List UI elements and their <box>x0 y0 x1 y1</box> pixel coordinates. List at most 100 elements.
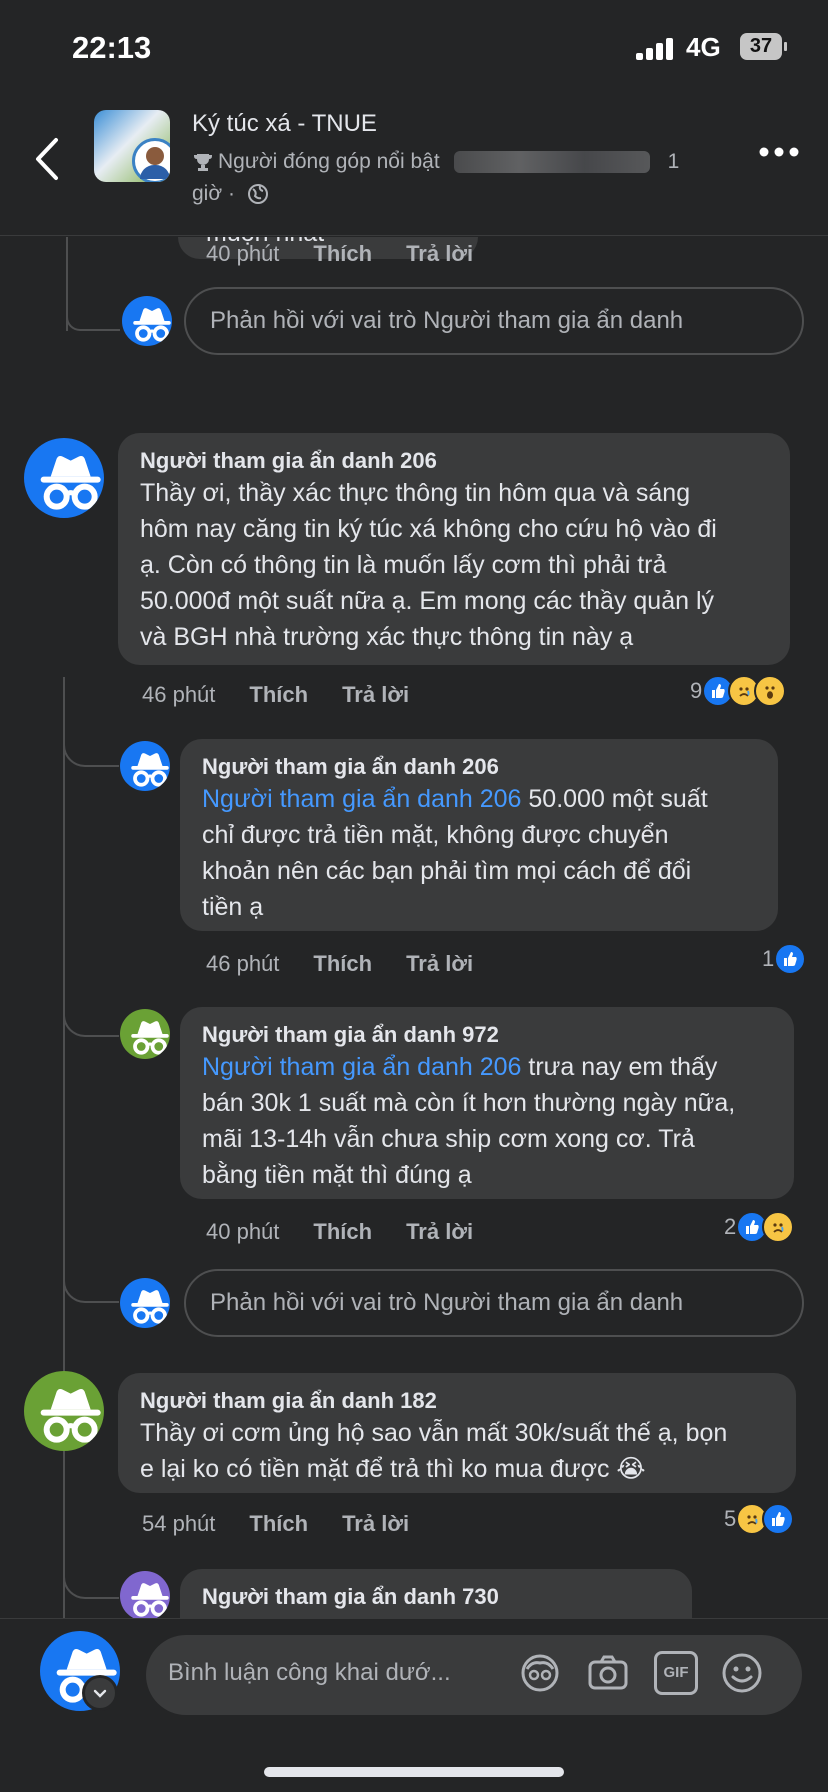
commenter-name[interactable]: Người tham gia ẩn danh 206 <box>202 753 756 781</box>
reply-avatar <box>120 1571 170 1620</box>
comment-composer: Bình luận công khai dướ... GIF <box>0 1618 828 1792</box>
reply-input[interactable]: Phản hồi với vai trò Người tham gia ẩn d… <box>184 1269 804 1337</box>
reply-avatar <box>120 1278 170 1328</box>
comment-text-line: Thầy ơi, thầy xác thực thông tin hôm qua… <box>140 479 691 507</box>
like-button[interactable]: Thích <box>313 951 372 977</box>
more-options-icon[interactable] <box>758 146 800 158</box>
commenter-avatar <box>24 1371 104 1451</box>
comment-meta: 46 phút Thích Trả lời <box>142 682 409 708</box>
thread-line <box>63 1519 65 1620</box>
gif-icon[interactable]: GIF <box>654 1651 698 1695</box>
mention-link[interactable]: Người tham gia ẩn danh 206 <box>202 785 521 813</box>
reply-button[interactable]: Trả lời <box>342 682 409 708</box>
comment-time: 40 phút <box>206 241 280 266</box>
reaction-count: 9 <box>690 678 703 703</box>
status-time: 22:13 <box>72 30 152 65</box>
comment-text-line: Thầy ơi cơm ủng hộ sao vẫn mất 30k/suất … <box>140 1419 728 1447</box>
comment-text-line: bán 30k 1 suất mà còn ít hơn thường ngày… <box>202 1089 736 1117</box>
status-bar: 22:13 4G 37 <box>0 0 828 96</box>
comment-time: 46 phút <box>142 682 216 707</box>
author-role-line: Người đóng góp nổi bật 1 <box>192 150 679 174</box>
reply-avatar <box>122 296 172 346</box>
comment-bubble: Người tham gia ẩn danh 206 Thầy ơi, thầy… <box>118 433 790 665</box>
network-type: 4G <box>686 32 721 62</box>
battery-icon: 37 <box>740 33 787 60</box>
post-header: Ký túc xá - TNUE Người đóng góp nổi bật … <box>0 96 828 236</box>
chevron-down-icon <box>93 1689 107 1698</box>
thread-connector <box>63 1575 119 1599</box>
comment-meta: 40 phút Thích Trả lời <box>206 1219 473 1245</box>
like-reaction-icon <box>774 943 807 975</box>
incognito-icon <box>120 741 170 791</box>
comment-text-line: khoản nên các bạn phải tìm mọi cách để đ… <box>202 857 692 885</box>
commenter-name[interactable]: Người tham gia ẩn danh 730 <box>202 1583 670 1611</box>
comment-text-line: mãi 13-14h vẫn chưa ship cơm xong cơ. Tr… <box>202 1125 695 1153</box>
incognito-icon <box>24 438 104 518</box>
contributor-badge: Người đóng góp nổi bật <box>218 150 440 173</box>
comment-feed[interactable]: muộn nhất 40 phút Thích Trả lời Phản hồi… <box>0 237 828 1620</box>
reply-avatar <box>120 1009 170 1059</box>
reply-button[interactable]: Trả lời <box>406 241 473 267</box>
camera-icon[interactable] <box>586 1651 630 1695</box>
incognito-icon <box>120 1571 170 1620</box>
like-button[interactable]: Thích <box>313 1219 372 1245</box>
like-button[interactable]: Thích <box>249 682 308 708</box>
post-time-unit: giờ · <box>192 182 235 205</box>
avatar-sticker-icon[interactable] <box>518 1651 562 1695</box>
reaction-count: 5 <box>724 1506 737 1531</box>
reply-input[interactable]: Phản hồi với vai trò Người tham gia ẩn d… <box>184 287 804 355</box>
comment-text-line: tiền ạ <box>202 893 264 921</box>
comment-text-line: hôm nay căng tin ký túc xá không cho cứu… <box>140 515 717 543</box>
comment-text-rest: trưa nay em thấy <box>521 1053 718 1081</box>
commenter-avatar <box>24 438 104 518</box>
identity-switch-button[interactable] <box>82 1675 118 1711</box>
home-indicator[interactable] <box>264 1767 564 1777</box>
reply-avatar <box>120 741 170 791</box>
comment-text-line: Người tham gia ẩn danh 206 50.000 một su… <box>202 781 756 817</box>
thread-connector <box>63 737 119 767</box>
commenter-name[interactable]: Người tham gia ẩn danh 182 <box>140 1387 774 1415</box>
reply-bubble: Người tham gia ẩn danh 206 Người tham gi… <box>180 739 778 931</box>
commenter-name[interactable]: Người tham gia ẩn danh 972 <box>202 1021 772 1049</box>
thread-connector <box>66 317 120 331</box>
like-reaction-icon <box>762 1503 795 1535</box>
comment-bubble: Người tham gia ẩn danh 182 Thầy ơi cơm ủ… <box>118 1373 796 1493</box>
comment-text-line: e lại ko có tiền mặt để trả thì ko mua đ… <box>140 1455 646 1483</box>
blurred-author-name <box>453 151 650 173</box>
signal-icon <box>636 38 676 60</box>
incognito-icon <box>120 1009 170 1059</box>
reply-button[interactable]: Trả lời <box>406 1219 473 1245</box>
comment-meta: 54 phút Thích Trả lời <box>142 1511 409 1537</box>
emoji-icon[interactable] <box>720 1651 764 1695</box>
reaction-summary[interactable]: 1 <box>762 943 807 975</box>
back-arrow-icon[interactable] <box>28 132 68 186</box>
post-time: giờ · <box>192 182 269 206</box>
reaction-summary[interactable]: 2 <box>724 1211 795 1243</box>
like-button[interactable]: Thích <box>249 1511 308 1537</box>
comment-text-line: Người tham gia ẩn danh 206 trưa nay em t… <box>202 1049 772 1085</box>
like-button[interactable]: Thích <box>313 241 372 267</box>
reaction-summary[interactable]: 5 <box>724 1503 795 1535</box>
comment-time: 40 phút <box>206 1219 280 1244</box>
commenter-name[interactable]: Người tham gia ẩn danh 206 <box>140 447 768 475</box>
reply-bubble: Người tham gia ẩn danh 972 Người tham gi… <box>180 1007 794 1199</box>
incognito-icon <box>122 296 172 346</box>
comment-text-line: ạ. Còn có thông tin là muốn lấy cơm thì … <box>140 551 667 579</box>
thread-connector <box>63 1007 119 1037</box>
comment-input[interactable]: Bình luận công khai dướ... GIF <box>146 1635 802 1715</box>
comment-text-rest: 50.000 một suất <box>521 785 708 813</box>
post-time-number: 1 <box>667 150 680 173</box>
group-name[interactable]: Ký túc xá - TNUE <box>192 110 377 138</box>
reaction-count: 1 <box>762 946 775 971</box>
comment-meta: 46 phút Thích Trả lời <box>206 951 473 977</box>
comment-text-line: chỉ được trả tiền mặt, không được chuyển <box>202 821 669 849</box>
reaction-summary[interactable]: 9 <box>690 675 787 707</box>
reply-button[interactable]: Trả lời <box>342 1511 409 1537</box>
comment-meta: 40 phút Thích Trả lời <box>206 241 473 267</box>
comment-text-line: và BGH nhà trường xác thực thông tin này… <box>140 623 634 651</box>
group-avatar[interactable] <box>94 110 170 182</box>
mention-link[interactable]: Người tham gia ẩn danh 206 <box>202 1053 521 1081</box>
reaction-count: 2 <box>724 1214 737 1239</box>
reply-button[interactable]: Trả lời <box>406 951 473 977</box>
battery-level: 37 <box>749 35 773 57</box>
